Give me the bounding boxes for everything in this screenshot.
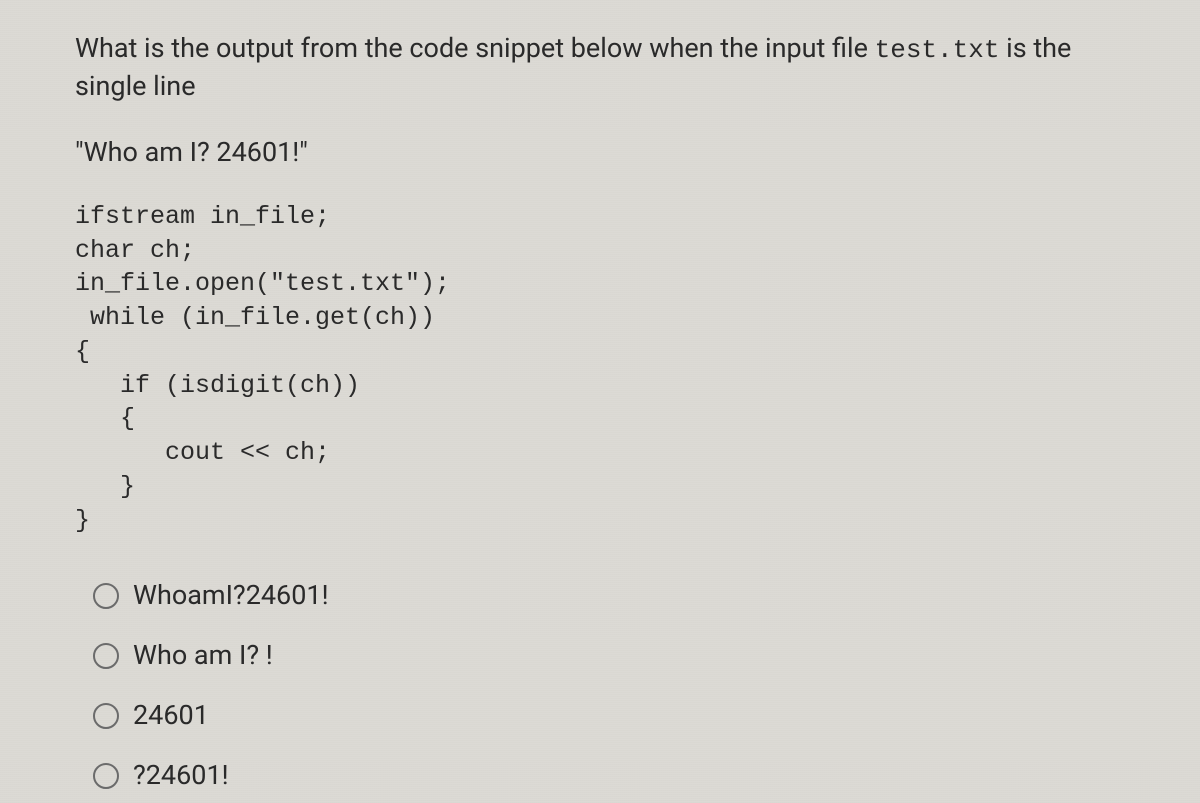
radio-icon[interactable]: [93, 763, 119, 789]
radio-icon[interactable]: [93, 703, 119, 729]
code-snippet: ifstream in_file; char ch; in_file.open(…: [75, 200, 1125, 538]
option-label: 24601: [133, 697, 209, 735]
option-label: WhoamI?24601!: [133, 577, 329, 615]
option-1[interactable]: WhoamI?24601!: [93, 577, 1125, 615]
option-label: Who am I? !: [133, 637, 273, 675]
option-2[interactable]: Who am I? !: [93, 637, 1125, 675]
option-label: ?24601!: [133, 757, 229, 795]
stem-filename: test.txt: [875, 35, 1000, 65]
input-file-content: "Who am I? 24601!": [75, 134, 1125, 172]
answer-options: WhoamI?24601! Who am I? ! 24601 ?24601!: [75, 577, 1125, 794]
stem-text-1: What is the output from the code snippet…: [75, 32, 875, 64]
question-stem: What is the output from the code snippet…: [75, 30, 1125, 106]
option-4[interactable]: ?24601!: [93, 757, 1125, 795]
radio-icon[interactable]: [93, 583, 119, 609]
radio-icon[interactable]: [93, 643, 119, 669]
option-3[interactable]: 24601: [93, 697, 1125, 735]
